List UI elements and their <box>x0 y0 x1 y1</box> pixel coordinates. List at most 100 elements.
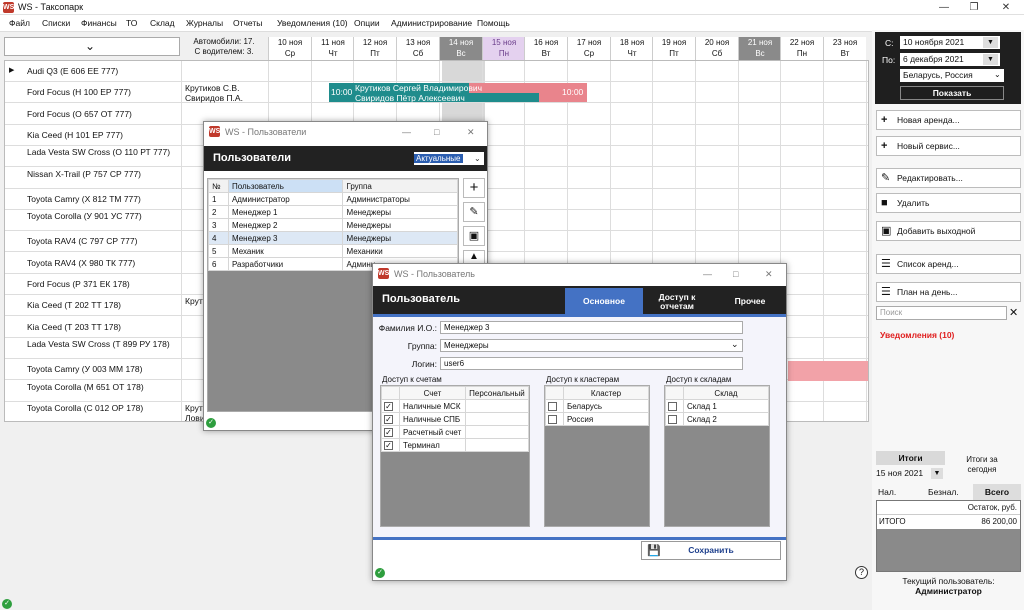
from-calendar-icon[interactable]: ▼ <box>983 37 998 48</box>
group-select[interactable]: Менеджеры <box>440 339 743 352</box>
fio-input[interactable]: Менеджер 3 <box>440 321 743 334</box>
restore-icon[interactable]: ❐ <box>960 0 988 15</box>
app-icon: WS <box>378 268 390 279</box>
menu-item-6[interactable]: Отчеты <box>233 18 262 28</box>
account-row[interactable]: ✓ Наличные СПБ <box>381 412 530 426</box>
rental-bar-pink[interactable] <box>788 361 868 381</box>
maximize-icon[interactable]: □ <box>733 264 738 284</box>
tab-main[interactable]: Основное <box>565 288 643 314</box>
close-icon[interactable]: ✕ <box>467 122 475 142</box>
row-checkbox[interactable] <box>548 401 557 411</box>
column-header[interactable]: Пользователь <box>227 179 344 193</box>
totals-table: Остаток, руб. ИТОГО 86 200,00 <box>876 500 1021 572</box>
delete-user-button[interactable]: ▲ <box>463 250 485 264</box>
day-weekday: Пн <box>796 49 808 58</box>
menu-item-10[interactable]: Помощь <box>477 18 510 28</box>
personal-cell[interactable] <box>464 438 530 452</box>
add-user-button[interactable]: + <box>463 178 485 198</box>
row-label: Склад 1 <box>683 399 769 413</box>
maximize-icon[interactable]: □ <box>434 122 439 142</box>
delete-button[interactable]: ■ Удалить <box>876 193 1021 213</box>
minimize-icon[interactable]: — <box>402 122 411 142</box>
tab-reports-access[interactable]: Доступ к отчетам <box>651 290 703 314</box>
account-checkbox[interactable]: ✓ <box>384 440 393 450</box>
account-checkbox[interactable]: ✓ <box>384 427 393 437</box>
user-window-title: WS - Пользователь <box>394 269 475 279</box>
to-calendar-icon[interactable]: ▼ <box>983 54 998 65</box>
edit-user-button[interactable]: ✎ <box>463 202 485 222</box>
edit-button[interactable]: ✎ Редактировать... <box>876 168 1021 188</box>
add-dayoff-button[interactable]: ▣ Добавить выходной <box>876 221 1021 241</box>
minimize-icon[interactable]: — <box>930 0 958 15</box>
menu-item-3[interactable]: ТО <box>126 18 137 28</box>
personal-cell[interactable] <box>464 399 530 413</box>
table-row[interactable]: 1 Администратор Администраторы <box>208 192 458 206</box>
fio-label: Фамилия И.О.: <box>378 323 437 333</box>
users-filter-select[interactable]: Актуальные ⌄ <box>414 152 484 165</box>
car-row[interactable]: ▶ Audi Q3 (Е 606 ЕЕ 777) <box>5 61 868 82</box>
table-row[interactable]: Склад 2 <box>665 412 769 426</box>
clear-search-icon[interactable]: ✕ <box>1009 306 1018 319</box>
row-checkbox[interactable] <box>668 414 677 424</box>
tab-other[interactable]: Прочее <box>725 288 775 314</box>
column-header: Персональный <box>464 386 530 400</box>
table-row[interactable]: 3 Менеджер 2 Менеджеры <box>208 218 458 232</box>
account-row[interactable]: ✓ Расчетный счет <box>381 425 530 439</box>
day-plan-button[interactable]: ☰ План на день... <box>876 282 1021 302</box>
table-cell: 3 <box>208 218 229 232</box>
tab-total[interactable]: Всего <box>973 484 1021 500</box>
new-rental-button[interactable]: + Новая аренда... <box>876 110 1021 130</box>
rentals-list-button[interactable]: ☰ Список аренд... <box>876 254 1021 274</box>
help-icon[interactable]: ? <box>855 566 868 579</box>
show-button[interactable]: Показать <box>900 86 1004 100</box>
table-row[interactable]: Россия <box>545 412 649 426</box>
table-row[interactable]: 2 Менеджер 1 Менеджеры <box>208 205 458 219</box>
day-header: 18 ноя Чт <box>610 37 653 60</box>
tab-cash[interactable]: Нал. <box>878 487 896 497</box>
new-service-button[interactable]: + Новый сервис... <box>876 136 1021 156</box>
save-button[interactable]: 💾 Сохранить <box>641 541 781 560</box>
column-header[interactable]: Группа <box>342 179 458 193</box>
account-row[interactable]: ✓ Терминал <box>381 438 530 452</box>
table-row[interactable]: Склад 1 <box>665 399 769 413</box>
table-cell: Механик <box>227 244 344 258</box>
collapse-button[interactable]: ⌄ <box>4 37 180 56</box>
menu-item-2[interactable]: Финансы <box>81 18 117 28</box>
account-checkbox[interactable]: ✓ <box>384 401 393 411</box>
archive-user-button[interactable]: ▣ <box>463 226 485 246</box>
day-date: 13 ноя <box>405 38 431 47</box>
checkbox-cell: ✓ <box>381 412 400 426</box>
column-header[interactable]: № <box>208 179 229 193</box>
menu-item-9[interactable]: Администрирование <box>391 18 472 28</box>
close-icon[interactable]: ✕ <box>992 0 1020 15</box>
day-date: 14 ноя <box>448 38 474 47</box>
personal-cell[interactable] <box>464 425 530 439</box>
account-row[interactable]: ✓ Наличные МСК <box>381 399 530 413</box>
table-row[interactable]: Беларусь <box>545 399 649 413</box>
table-row[interactable]: 4 Менеджер 3 Менеджеры <box>208 231 458 245</box>
search-input[interactable]: Поиск <box>876 306 1007 320</box>
table-row[interactable]: 5 Механик Механики <box>208 244 458 258</box>
notifications-label[interactable]: Уведомления (10) <box>880 330 954 340</box>
plus-icon: + <box>881 114 888 126</box>
menu-item-4[interactable]: Склад <box>150 18 175 28</box>
row-checkbox[interactable] <box>668 401 677 411</box>
minimize-icon[interactable]: — <box>703 264 712 284</box>
menu-item-0[interactable]: Файл <box>9 18 30 28</box>
totals-calendar-icon[interactable]: ▼ <box>931 468 943 479</box>
menu-item-7[interactable]: Уведомления (10) <box>277 18 348 28</box>
account-checkbox[interactable]: ✓ <box>384 414 393 424</box>
region-select[interactable]: Беларусь, Россия <box>900 69 1004 82</box>
menu-item-1[interactable]: Списки <box>42 18 70 28</box>
window-title: WS - Таксопарк <box>18 2 84 12</box>
row-checkbox[interactable] <box>548 414 557 424</box>
tab-noncash[interactable]: Безнал. <box>928 487 959 497</box>
day-header: 17 ноя Ср <box>567 37 610 60</box>
day-weekday: Пт <box>669 49 679 58</box>
personal-cell[interactable] <box>464 412 530 426</box>
checkbox-cell <box>545 399 564 413</box>
menu-item-5[interactable]: Журналы <box>186 18 223 28</box>
login-input[interactable]: user6 <box>440 357 743 370</box>
menu-item-8[interactable]: Опции <box>354 18 380 28</box>
close-icon[interactable]: ✕ <box>765 264 773 284</box>
